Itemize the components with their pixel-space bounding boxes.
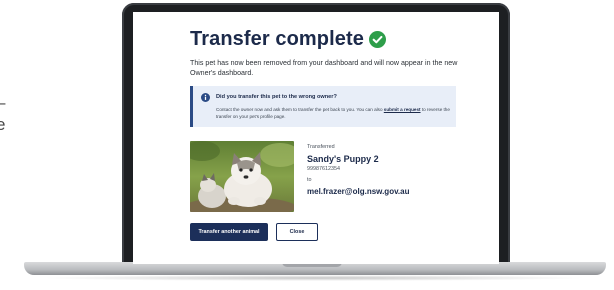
check-circle-icon <box>369 31 386 48</box>
title-row: Transfer complete <box>190 28 386 51</box>
pet-name: Sandy's Puppy 2 <box>307 154 379 164</box>
wrong-owner-notice: Did you transfer this pet to the wrong o… <box>190 86 456 127</box>
info-circle-icon <box>201 93 210 102</box>
cropped-text-fragment: e <box>0 115 6 134</box>
laptop-shadow <box>40 275 588 281</box>
intro-text: This pet has now been removed from your … <box>190 59 458 77</box>
page-title: Transfer complete <box>190 28 364 50</box>
submit-request-link[interactable]: submit a request <box>384 107 421 112</box>
transfer-another-animal-button[interactable]: Transfer another animal <box>190 223 268 241</box>
close-button[interactable]: Close <box>276 223 318 241</box>
notice-title: Did you transfer this pet to the wrong o… <box>216 94 337 100</box>
notice-body: Contact the owner now and ask them to tr… <box>216 106 454 120</box>
cropped-text-fragment: – <box>0 94 5 111</box>
transfer-details: Transferred Sandy's Puppy 2 99987612354 … <box>307 144 410 196</box>
new-owner-email: mel.frazer@olg.nsw.gov.au <box>307 187 410 196</box>
notice-body-text: Contact the owner now and ask them to tr… <box>216 107 384 112</box>
to-label: to <box>307 177 312 183</box>
pet-photo <box>190 141 294 212</box>
laptop-screen: Transfer complete This pet has now been … <box>133 12 499 264</box>
pet-microchip-number: 99987612354 <box>307 166 340 172</box>
transfer-status-label: Transferred <box>307 144 335 150</box>
